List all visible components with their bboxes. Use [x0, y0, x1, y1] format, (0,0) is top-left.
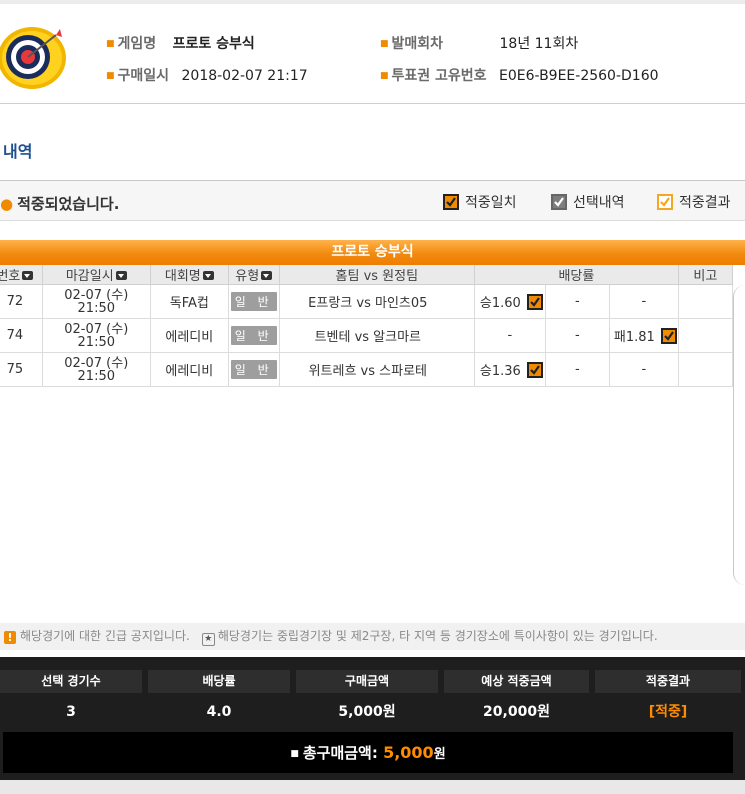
alert-icon: ! [4, 631, 16, 644]
total-label: 총구매금액: [302, 744, 378, 762]
col-deadline[interactable]: 마감일시 [42, 265, 151, 285]
row-odds-draw: - [545, 284, 610, 319]
summary-panel: 선택 경기수 배당률 구매금액 예상 적중금액 적중결과 3 4.0 5,000… [0, 657, 745, 780]
row-type: 일 반 [228, 318, 280, 353]
row-league: 독FA컵 [150, 284, 229, 319]
status-bar: ● 적중되었습니다. 적중일치 선택내역 적중결과 [0, 181, 745, 221]
col-teams: 홈팀 vs 원정팀 [279, 265, 476, 285]
round-row: ■ 발매회차 18년 11회차 [380, 33, 578, 53]
row-number: 74 [0, 318, 43, 353]
row-match: 위트레흐 vs 스파로테 [279, 352, 476, 387]
col-note: 비고 [678, 265, 734, 285]
row-odds-win: - [474, 318, 546, 353]
legend-result: 적중결과 [657, 192, 731, 212]
summary-odds: 4.0 [206, 704, 232, 720]
game-name-row: ■ 게임명 프로토 승부식 [106, 33, 255, 53]
summary-amount: 5,000원 [338, 704, 396, 720]
legend-selection-label: 선택내역 [573, 195, 625, 211]
status-message: ● 적중되었습니다. [0, 195, 120, 213]
purchase-date-row: ■ 구매일시 2018-02-07 21:17 [106, 65, 308, 85]
legend-hit-label: 적중일치 [465, 195, 517, 211]
row-deadline: 02-07 (수) 21:50 [42, 284, 151, 319]
total-amount: 5,000 [383, 743, 434, 762]
round-value: 18년 11회차 [499, 36, 579, 52]
checkbox-checked-icon [443, 194, 459, 210]
row-match: E프랑크 vs 마인츠05 [279, 284, 476, 319]
summary-odds-label: 배당률 [148, 670, 290, 693]
summary-count-label: 선택 경기수 [0, 670, 142, 693]
row-deadline: 02-07 (수) 21:50 [42, 318, 151, 353]
table-header-row: 번호 마감일시 대회명 유형 홈팀 vs 원정팀 배당률 비고 [0, 265, 734, 285]
legend-selection: 선택내역 [551, 192, 625, 212]
sort-icon[interactable] [261, 271, 273, 280]
row-note [678, 318, 734, 353]
target-logo-icon [0, 27, 66, 89]
checkbox-selected-icon [551, 194, 567, 210]
summary-result-label: 적중결과 [595, 670, 741, 693]
round-label: ■ 발매회차 [380, 36, 444, 52]
row-type: 일 반 [228, 352, 280, 387]
row-number: 75 [0, 352, 43, 387]
table-row: 75 02-07 (수) 21:50 에레디비 일 반 위트레흐 vs 스파로테 … [0, 352, 734, 387]
summary-amount-label: 구매금액 [296, 670, 438, 693]
star-icon: ★ [201, 633, 215, 646]
checkbox-checked-icon [660, 328, 677, 344]
sort-icon[interactable] [22, 271, 34, 280]
col-type[interactable]: 유형 [228, 265, 280, 285]
summary-expected-label: 예상 적중금액 [444, 670, 589, 693]
table-row: 72 02-07 (수) 21:50 독FA컵 일 반 E프랑크 vs 마인츠05… [0, 284, 734, 319]
game-name-value: 프로토 승부식 [172, 36, 255, 52]
sort-icon[interactable] [202, 271, 214, 280]
row-match: 트벤테 vs 알크마르 [279, 318, 476, 353]
summary-count: 3 [66, 704, 76, 720]
ticket-id-row: ■ 투표권 고유번호 E0E6-B9EE-2560-D160 [380, 65, 659, 85]
top-rule [0, 0, 745, 4]
games-table: 번호 마감일시 대회명 유형 홈팀 vs 원정팀 배당률 비고 72 02-07… [0, 265, 734, 387]
checkbox-result-icon [657, 194, 673, 210]
checkbox-checked-icon [526, 294, 543, 310]
summary-result: [적중] [648, 704, 688, 720]
bottom-strip [0, 780, 745, 794]
row-number: 72 [0, 284, 43, 319]
notice-neutral: 해당경기는 중립경기장 및 제2구장, 타 지역 등 경기장소에 특이사항이 있… [217, 629, 658, 643]
row-note [678, 352, 734, 387]
ticket-id-label: ■ 투표권 고유번호 [380, 68, 487, 84]
total-purchase: ■ 총구매금액: 5,000원 [3, 732, 733, 773]
table-title: 프로토 승부식 [0, 240, 745, 265]
purchase-date-label: ■ 구매일시 [106, 68, 170, 84]
col-number[interactable]: 번호 [0, 265, 43, 285]
row-odds-win: 승1.36 [474, 352, 546, 387]
col-odds: 배당률 [474, 265, 679, 285]
type-badge: 일 반 [230, 360, 277, 379]
header-divider [0, 103, 745, 104]
purchase-date-value: 2018-02-07 21:17 [181, 68, 308, 84]
row-odds-draw: - [545, 352, 610, 387]
ticket-id-value: E0E6-B9EE-2560-D160 [499, 68, 659, 84]
row-odds-lose: 패1.81 [609, 318, 679, 353]
total-unit: 원 [433, 747, 446, 762]
type-badge: 일 반 [230, 292, 277, 311]
legend-hit-match: 적중일치 [443, 192, 517, 212]
scroll-area-edge [733, 285, 745, 585]
row-type: 일 반 [228, 284, 280, 319]
table-row: 74 02-07 (수) 21:50 에레디비 일 반 트벤테 vs 알크마르 -… [0, 318, 734, 353]
row-note [678, 284, 734, 319]
game-name-label: ■ 게임명 [106, 36, 157, 52]
notice-urgent: 해당경기에 대한 긴급 공지입니다. [20, 629, 190, 643]
row-odds-lose: - [609, 284, 679, 319]
summary-expected: 20,000원 [483, 704, 550, 720]
checkbox-checked-icon [526, 362, 543, 378]
row-deadline: 02-07 (수) 21:50 [42, 352, 151, 387]
section-title: 내역 [3, 142, 33, 161]
notice-bar: ! 해당경기에 대한 긴급 공지입니다. ★ 해당경기는 중립경기장 및 제2구장, … [0, 623, 745, 650]
row-odds-lose: - [609, 352, 679, 387]
row-odds-win: 승1.60 [474, 284, 546, 319]
legend-result-label: 적중결과 [679, 195, 731, 211]
type-badge: 일 반 [230, 326, 277, 345]
sort-icon[interactable] [115, 271, 127, 280]
row-odds-draw: - [545, 318, 610, 353]
col-league[interactable]: 대회명 [150, 265, 229, 285]
row-league: 에레디비 [150, 352, 229, 387]
row-league: 에레디비 [150, 318, 229, 353]
